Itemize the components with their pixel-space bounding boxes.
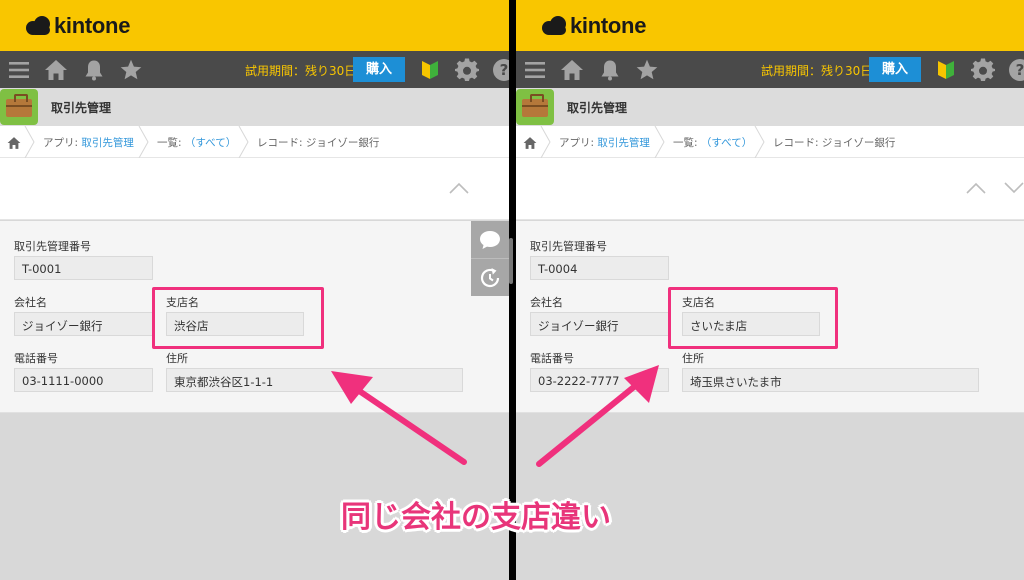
logo-text: kintone (570, 13, 647, 38)
app-title[interactable]: 取引先管理 (51, 99, 111, 116)
svg-text:?: ? (500, 61, 509, 79)
breadcrumb-record: レコード: ジョイゾー銀行 (257, 137, 380, 149)
breadcrumb-record: レコード: ジョイゾー銀行 (773, 137, 896, 149)
breadcrumb-home-icon[interactable] (523, 135, 537, 149)
bell-icon[interactable] (598, 58, 622, 82)
record-number-value: T-0001 (14, 256, 153, 280)
address-label: 住所 (166, 352, 188, 365)
bell-icon[interactable] (82, 58, 106, 82)
address-label: 住所 (682, 352, 704, 365)
breadcrumb-separator-icon (24, 126, 36, 158)
breadcrumb-app-link[interactable]: 取引先管理 (597, 137, 650, 149)
star-icon[interactable] (635, 58, 659, 82)
briefcase-icon[interactable] (0, 89, 38, 125)
phone-label: 電話番号 (530, 352, 574, 365)
phone-value: 03-2222-7777 (530, 368, 669, 392)
breadcrumb-separator-icon (540, 126, 552, 158)
home-icon[interactable] (560, 58, 584, 82)
history-icon[interactable] (478, 266, 502, 290)
help-icon[interactable]: ? (1008, 58, 1024, 82)
breadcrumb-list-link[interactable]: （すべて） (185, 137, 236, 149)
breadcrumb-list-link[interactable]: （すべて） (701, 137, 752, 149)
side-action-buttons (471, 221, 509, 296)
address-value: 東京都渋谷区1-1-1 (166, 368, 463, 392)
help-icon[interactable]: ? (492, 58, 509, 82)
chevron-up-icon[interactable] (965, 180, 987, 196)
breadcrumb: アプリ: 取引先管理 一覧: （すべて） レコード: ジョイゾー銀行 (0, 126, 509, 158)
breadcrumb-separator-icon (238, 126, 250, 158)
side-divider (471, 258, 509, 259)
annotation-caption: 同じ会社の支店違い (341, 500, 611, 535)
address-value: 埼玉県さいたま市 (682, 368, 979, 392)
record-number-label: 取引先管理番号 (14, 240, 91, 253)
chevron-up-icon[interactable] (448, 180, 470, 196)
branch-highlight-box (668, 287, 838, 349)
briefcase-icon[interactable] (516, 89, 554, 125)
home-icon[interactable] (44, 58, 68, 82)
cloud-logo-icon (26, 15, 52, 37)
beginner-mark-icon[interactable] (934, 58, 958, 82)
breadcrumb-list: 一覧: （すべて） (673, 137, 753, 149)
company-value: ジョイゾー銀行 (530, 312, 669, 336)
buy-button[interactable]: 購入 (353, 57, 405, 82)
kintone-logo[interactable]: kintone (26, 13, 130, 39)
breadcrumb-list: 一覧: （すべて） (157, 137, 237, 149)
gear-icon[interactable] (971, 58, 995, 82)
star-icon[interactable] (119, 58, 143, 82)
chevron-down-icon[interactable] (1003, 180, 1024, 196)
menu-icon[interactable] (7, 58, 31, 82)
trial-period-text: 試用期間：残り30日 (761, 64, 873, 78)
record-toolbar (0, 158, 509, 220)
global-toolbar: 試用期間：残り30日 購入 ? (0, 51, 509, 88)
kintone-logo[interactable]: kintone (542, 13, 646, 39)
beginner-mark-icon[interactable] (418, 58, 442, 82)
trial-period-text: 試用期間：残り30日 (245, 64, 357, 78)
breadcrumb-separator-icon (654, 126, 666, 158)
company-value: ジョイゾー銀行 (14, 312, 153, 336)
record-number-label: 取引先管理番号 (530, 240, 607, 253)
record-toolbar (516, 158, 1024, 220)
breadcrumb-app-link[interactable]: 取引先管理 (81, 137, 134, 149)
phone-label: 電話番号 (14, 352, 58, 365)
breadcrumb-separator-icon (754, 126, 766, 158)
logo-text: kintone (54, 13, 131, 38)
svg-text:?: ? (1016, 61, 1024, 79)
pane-divider-handle[interactable] (509, 238, 513, 284)
global-toolbar: 試用期間：残り30日 購入 ? (516, 51, 1024, 88)
comment-icon[interactable] (478, 228, 502, 252)
breadcrumb-home-icon[interactable] (7, 135, 21, 149)
gear-icon[interactable] (455, 58, 479, 82)
breadcrumb-app: アプリ: 取引先管理 (43, 137, 134, 149)
breadcrumb: アプリ: 取引先管理 一覧: （すべて） レコード: ジョイゾー銀行 (516, 126, 1024, 158)
company-label: 会社名 (530, 296, 563, 309)
breadcrumb-separator-icon (138, 126, 150, 158)
cloud-logo-icon (542, 15, 568, 37)
kintone-header: kintone (0, 0, 509, 51)
breadcrumb-app: アプリ: 取引先管理 (559, 137, 650, 149)
app-title[interactable]: 取引先管理 (567, 99, 627, 116)
company-label: 会社名 (14, 296, 47, 309)
branch-highlight-box (152, 287, 324, 349)
record-number-value: T-0004 (530, 256, 669, 280)
phone-value: 03-1111-0000 (14, 368, 153, 392)
kintone-header: kintone (516, 0, 1024, 51)
app-header: 取引先管理 (0, 88, 509, 126)
app-header: 取引先管理 (516, 88, 1024, 126)
buy-button[interactable]: 購入 (869, 57, 921, 82)
menu-icon[interactable] (523, 58, 547, 82)
